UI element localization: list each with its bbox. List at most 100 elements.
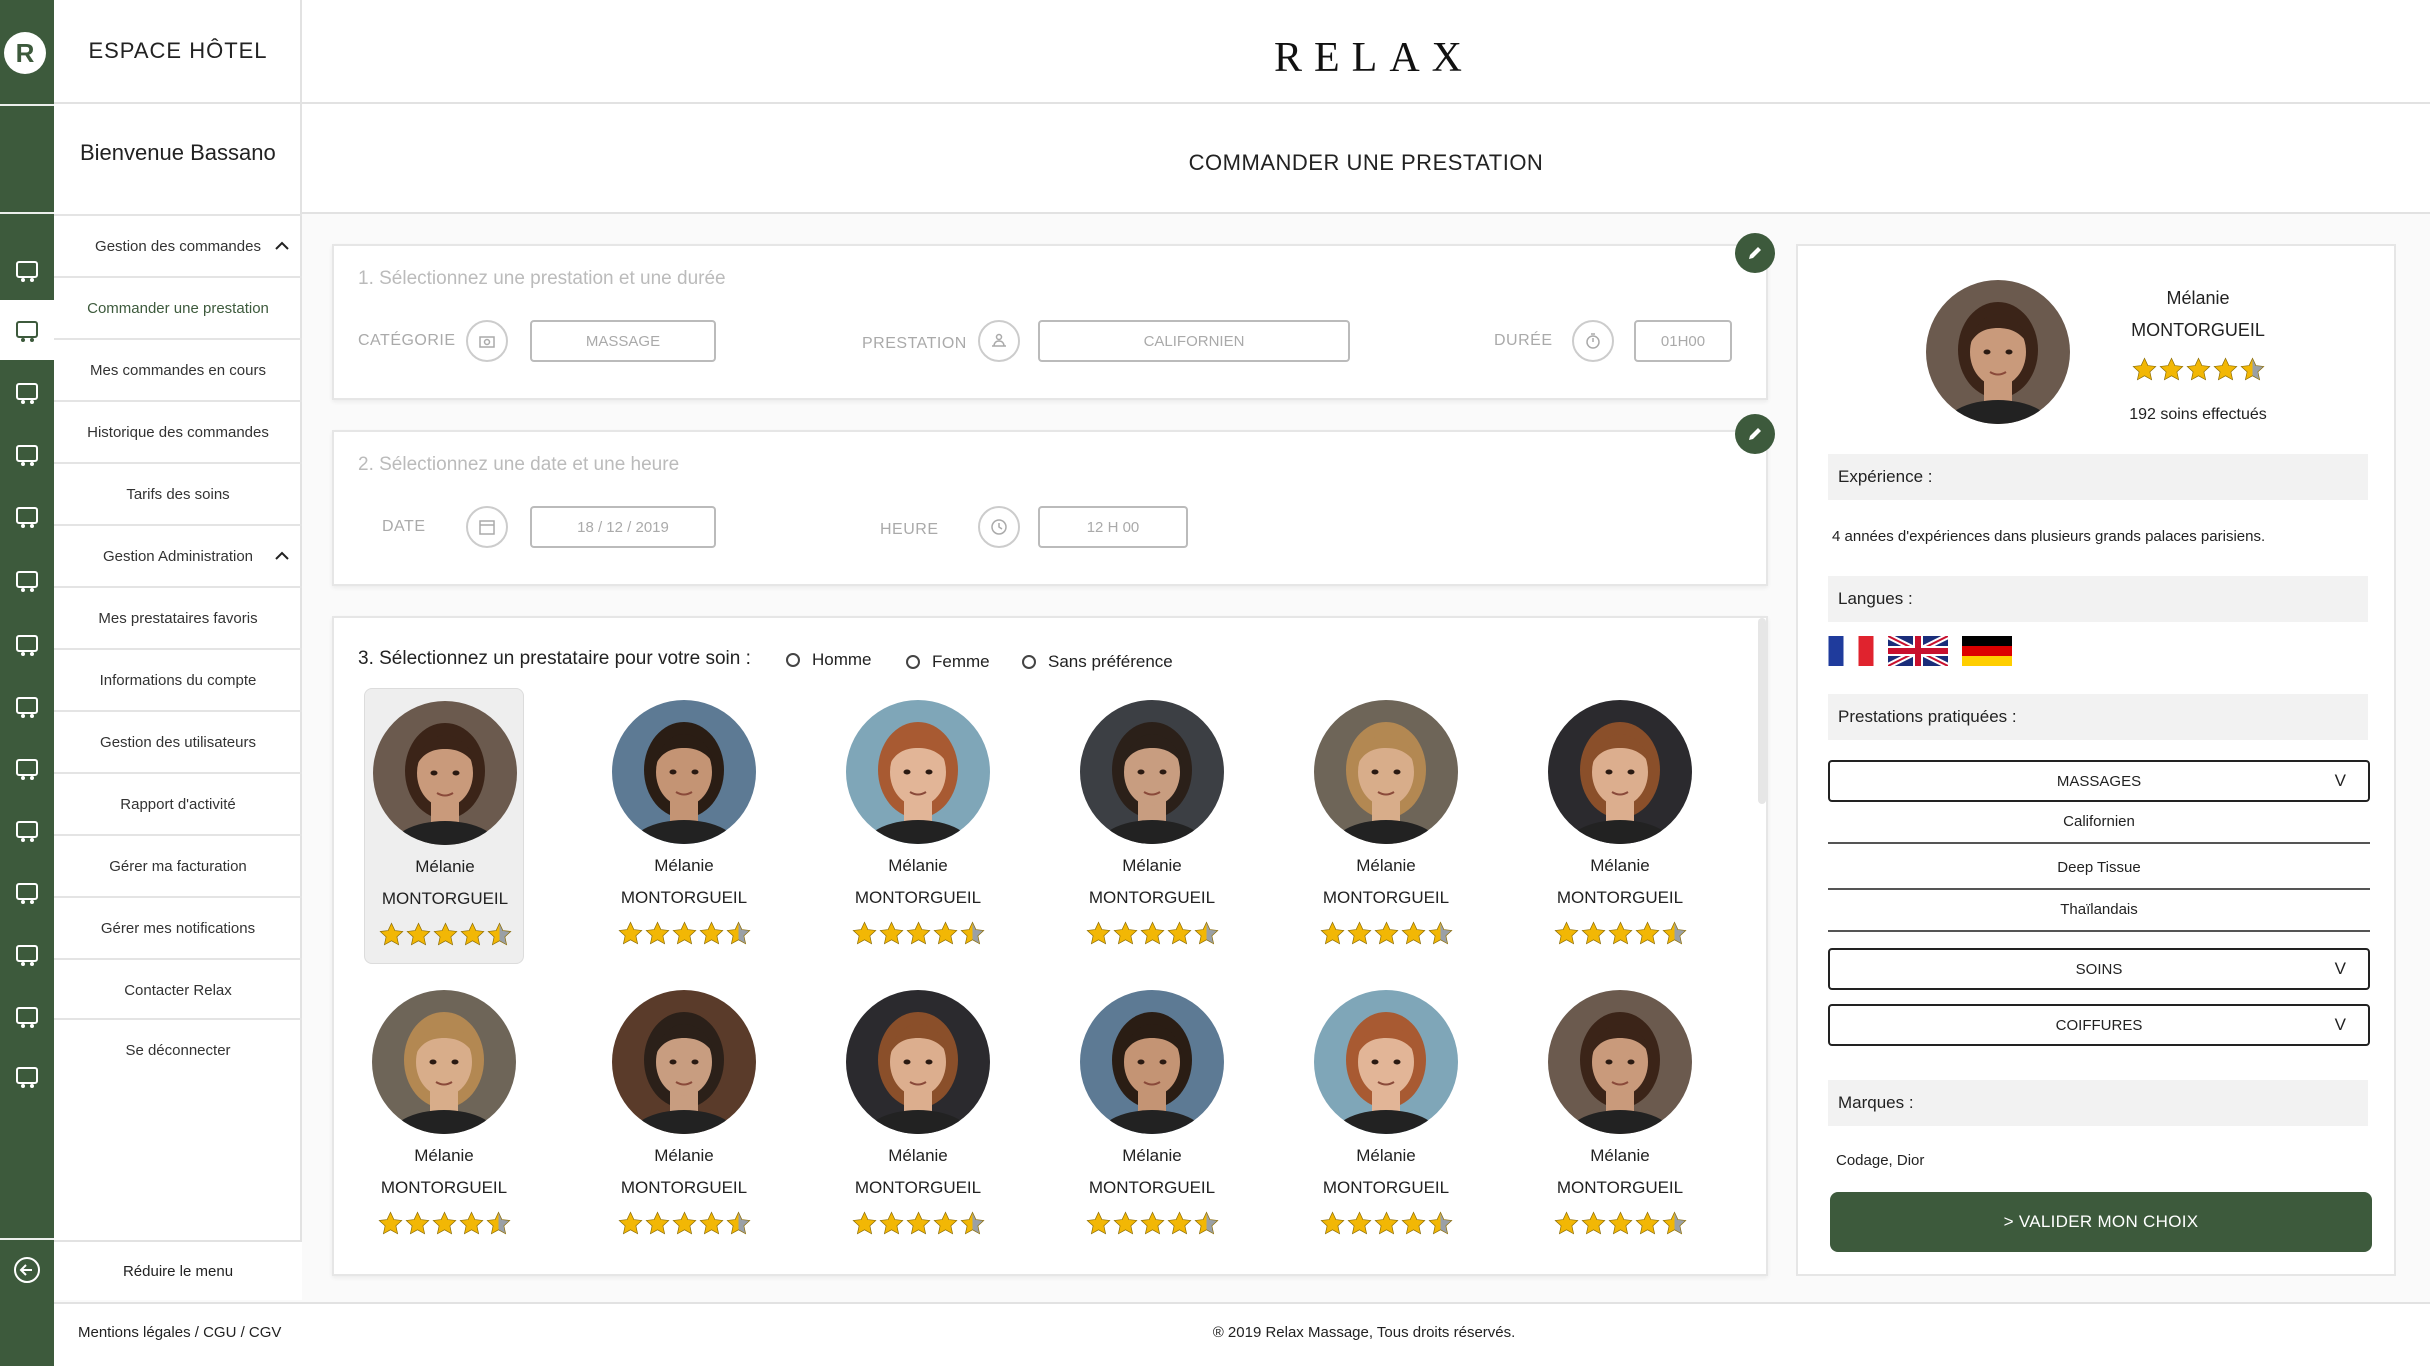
star-icon bbox=[485, 1211, 511, 1235]
cart-outline-icon[interactable] bbox=[0, 300, 54, 360]
de-flag-icon bbox=[1962, 636, 2012, 666]
bell-icon[interactable] bbox=[0, 924, 54, 984]
provider-rating bbox=[1540, 920, 1700, 947]
star-badge-icon[interactable] bbox=[0, 614, 54, 674]
radio-homme[interactable]: Homme bbox=[786, 650, 872, 670]
invoice-icon[interactable] bbox=[0, 862, 54, 922]
massage-option[interactable]: Californien bbox=[1828, 800, 2370, 844]
star-icon bbox=[1112, 921, 1138, 945]
coiffures-dropdown[interactable]: COIFFURES V bbox=[1828, 1004, 2370, 1046]
step3-card: 3. Sélectionnez un prestataire pour votr… bbox=[332, 616, 1768, 1276]
logout-icon[interactable] bbox=[0, 1046, 54, 1106]
validate-choice-button[interactable]: > VALIDER MON CHOIX bbox=[1830, 1192, 2372, 1252]
sidebar-item-11[interactable]: Gérer ma facturation bbox=[54, 834, 302, 896]
star-icon bbox=[644, 1211, 670, 1235]
date-field[interactable]: 18 / 12 / 2019 bbox=[530, 506, 716, 548]
star-icon bbox=[404, 1211, 430, 1235]
star-icon bbox=[617, 1211, 643, 1235]
massage-option[interactable]: Thaïlandais bbox=[1828, 888, 2370, 932]
reduce-menu-button[interactable]: Réduire le menu bbox=[54, 1240, 302, 1300]
provider-first-name: Mélanie bbox=[1356, 856, 1416, 875]
sidebar-item-14[interactable]: Se déconnecter bbox=[54, 1018, 302, 1080]
users-icon[interactable] bbox=[0, 738, 54, 798]
sidebar-item-6[interactable]: Gestion Administration bbox=[54, 524, 302, 586]
sidebar-item-12[interactable]: Gérer mes notifications bbox=[54, 896, 302, 958]
sidebar-item-label: Rapport d'activité bbox=[120, 795, 236, 813]
relax-logo-icon[interactable]: R bbox=[4, 32, 46, 74]
envelope-icon[interactable] bbox=[0, 986, 54, 1046]
chevron-up-icon[interactable] bbox=[274, 548, 290, 564]
provider-card[interactable]: Mélanie MONTORGUEIL bbox=[364, 688, 524, 964]
chart-search-icon[interactable] bbox=[0, 800, 54, 860]
star-icon bbox=[1166, 1211, 1192, 1235]
sidebar-item-3[interactable]: Mes commandes en cours bbox=[54, 338, 302, 400]
cart-icon[interactable] bbox=[0, 362, 54, 422]
radio-femme[interactable]: Femme bbox=[906, 652, 990, 672]
footer: Mentions légales / CGU / CGV ® 2019 Rela… bbox=[54, 1302, 2430, 1366]
sidebar-item-7[interactable]: Mes prestataires favoris bbox=[54, 586, 302, 648]
time-field[interactable]: 12 H 00 bbox=[1038, 506, 1188, 548]
sidebar-item-13[interactable]: Contacter Relax bbox=[54, 958, 302, 1020]
provider-card[interactable]: Mélanie MONTORGUEIL bbox=[1072, 688, 1232, 964]
category-icon bbox=[466, 320, 508, 362]
calendar-icon bbox=[466, 506, 508, 548]
edit-pencil-icon[interactable] bbox=[1735, 233, 1775, 273]
star-icon bbox=[725, 921, 751, 945]
star-icon bbox=[1166, 921, 1192, 945]
brand-logo: RELAX bbox=[1274, 35, 1474, 81]
edit-pencil-icon[interactable] bbox=[1735, 414, 1775, 454]
provider-rating bbox=[838, 920, 998, 947]
star-icon bbox=[1607, 1211, 1633, 1235]
gears-icon[interactable] bbox=[0, 550, 54, 610]
cart-icon[interactable] bbox=[0, 240, 54, 300]
soins-count: 192 soins effectués bbox=[2129, 406, 2267, 423]
provider-first-name: Mélanie bbox=[415, 857, 475, 876]
provider-card[interactable]: Mélanie MONTORGUEIL bbox=[1072, 978, 1232, 1254]
space-title: ESPACE HÔTEL bbox=[54, 0, 302, 104]
star-icon bbox=[1319, 1211, 1345, 1235]
provider-card[interactable]: Mélanie MONTORGUEIL bbox=[1540, 688, 1700, 964]
provider-first-name: Mélanie bbox=[1590, 1146, 1650, 1165]
provider-card[interactable]: Mélanie MONTORGUEIL bbox=[838, 978, 998, 1254]
soins-dropdown[interactable]: SOINS V bbox=[1828, 948, 2370, 990]
duration-field[interactable]: 01H00 bbox=[1634, 320, 1732, 362]
category-field[interactable]: MASSAGE bbox=[530, 320, 716, 362]
provider-last-name: MONTORGUEIL bbox=[381, 889, 509, 908]
star-icon bbox=[878, 1211, 904, 1235]
sidebar-item-8[interactable]: Informations du compte bbox=[54, 648, 302, 710]
sidebar-item-2[interactable]: Commander une prestation bbox=[54, 276, 302, 338]
massages-dropdown[interactable]: MASSAGES V bbox=[1828, 760, 2370, 802]
star-icon bbox=[1373, 921, 1399, 945]
sidebar-item-4[interactable]: Historique des commandes bbox=[54, 400, 302, 462]
clipboard-icon[interactable] bbox=[0, 424, 54, 484]
star-icon bbox=[644, 921, 670, 945]
scrollbar[interactable] bbox=[1758, 618, 1766, 804]
star-icon bbox=[1193, 921, 1219, 945]
star-icon bbox=[458, 1211, 484, 1235]
prestation-field[interactable]: CALIFORNIEN bbox=[1038, 320, 1350, 362]
radio-sans-preference[interactable]: Sans préférence bbox=[1022, 652, 1173, 672]
provider-card[interactable]: Mélanie MONTORGUEIL bbox=[1540, 978, 1700, 1254]
provider-card[interactable]: Mélanie MONTORGUEIL bbox=[1306, 978, 1466, 1254]
provider-rating bbox=[1306, 920, 1466, 947]
provider-card[interactable]: Mélanie MONTORGUEIL bbox=[604, 688, 764, 964]
provider-rating bbox=[364, 1210, 524, 1237]
sidebar-item-1[interactable]: Gestion des commandes bbox=[54, 214, 302, 276]
provider-card[interactable]: Mélanie MONTORGUEIL bbox=[604, 978, 764, 1254]
collapse-arrow-icon[interactable] bbox=[0, 1240, 54, 1300]
star-icon bbox=[932, 1211, 958, 1235]
provider-card[interactable]: Mélanie MONTORGUEIL bbox=[838, 688, 998, 964]
provider-card[interactable]: Mélanie MONTORGUEIL bbox=[1306, 688, 1466, 964]
star-icon bbox=[698, 1211, 724, 1235]
sidebar-item-5[interactable]: Tarifs des soins bbox=[54, 462, 302, 524]
provider-card[interactable]: Mélanie MONTORGUEIL bbox=[364, 978, 524, 1254]
provider-last-name: MONTORGUEIL bbox=[854, 888, 982, 907]
id-card-icon[interactable] bbox=[0, 676, 54, 736]
chevron-up-icon[interactable] bbox=[274, 238, 290, 254]
sidebar-item-9[interactable]: Gestion des utilisateurs bbox=[54, 710, 302, 772]
sidebar-item-10[interactable]: Rapport d'activité bbox=[54, 772, 302, 834]
provider-first-name: Mélanie bbox=[1122, 1146, 1182, 1165]
massage-option[interactable]: Deep Tissue bbox=[1828, 846, 2370, 890]
star-icon bbox=[1085, 921, 1111, 945]
price-list-icon[interactable] bbox=[0, 486, 54, 546]
